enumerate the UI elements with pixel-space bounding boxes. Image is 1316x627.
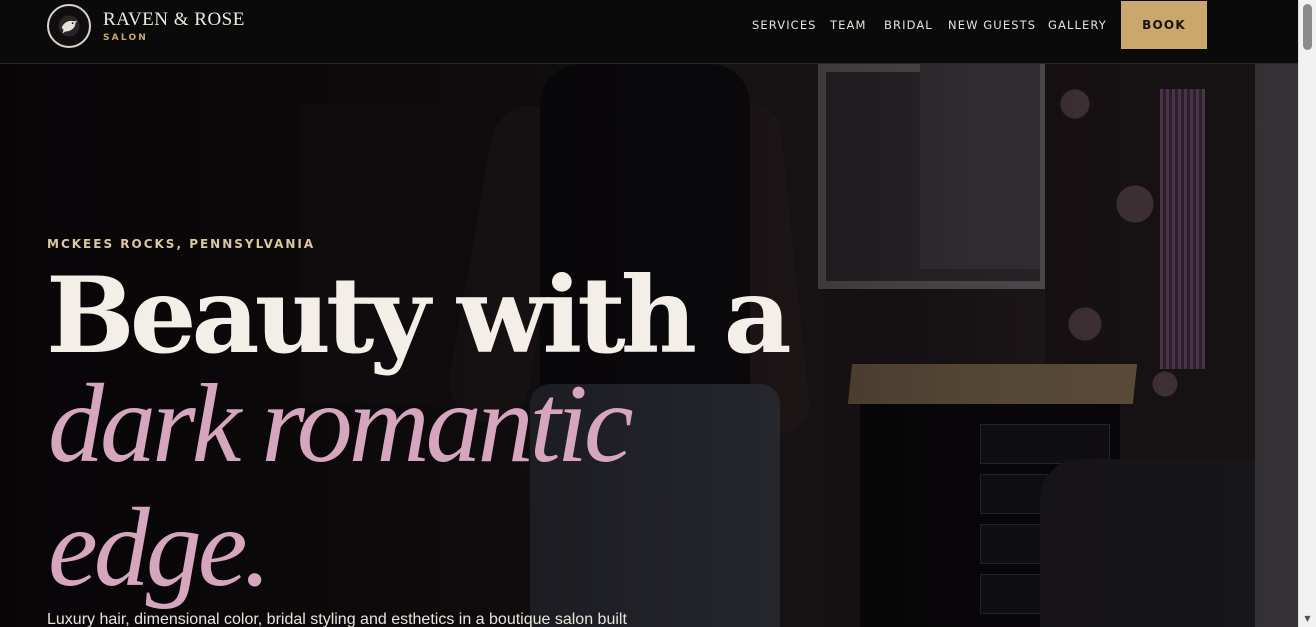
brand-subtitle: SALON	[103, 33, 149, 43]
book-button[interactable]: BOOK	[1121, 1, 1207, 49]
raven-rose-emblem-icon	[61, 20, 78, 34]
location-eyebrow: MCKEES ROCKS, PENNSYLVANIA	[47, 237, 316, 251]
hero-headline-line-1: Beauty with a	[46, 253, 792, 377]
site-header: RAVEN & ROSE SALON SERVICES TEAM BRIDAL …	[0, 0, 1298, 64]
hero-headline-line-3: edge.	[48, 486, 271, 610]
scroll-down-arrow-icon[interactable]: ▼	[1299, 610, 1316, 627]
logo-link[interactable]	[47, 4, 91, 48]
nav-gallery[interactable]: GALLERY	[1048, 18, 1107, 32]
page-scrollbar[interactable]: ▲ ▼	[1298, 0, 1316, 627]
hero-headline-line-2: dark romantic	[48, 362, 634, 486]
nav-new-guests[interactable]: NEW GUESTS	[948, 18, 1036, 32]
brand-name[interactable]: RAVEN & ROSE	[103, 9, 245, 31]
nav-bridal[interactable]: BRIDAL	[884, 18, 933, 32]
nav-services[interactable]: SERVICES	[752, 18, 817, 32]
hero-description: Luxury hair, dimensional color, bridal s…	[47, 611, 627, 627]
scrollbar-thumb[interactable]	[1303, 4, 1312, 50]
nav-team[interactable]: TEAM	[830, 18, 866, 32]
